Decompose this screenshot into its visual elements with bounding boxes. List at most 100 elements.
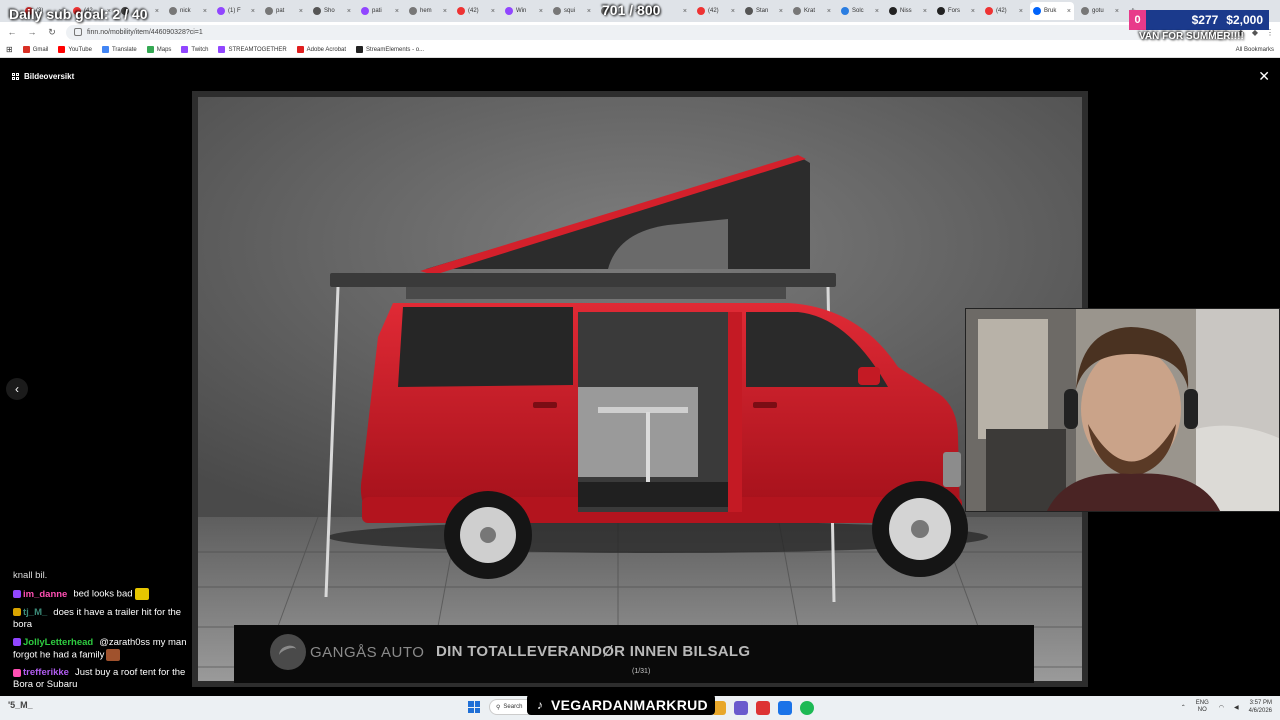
- tab-close-icon[interactable]: ×: [251, 8, 255, 15]
- bookmark-item[interactable]: StreamElements - o...: [356, 46, 424, 53]
- language-top: ENG: [1195, 700, 1209, 706]
- tab-favicon-icon: [937, 7, 945, 15]
- browser-tab[interactable]: (42) ×: [454, 2, 498, 20]
- tab-label: (42): [468, 8, 479, 14]
- tab-close-icon[interactable]: ×: [827, 8, 831, 15]
- previous-image-button[interactable]: ‹: [6, 378, 28, 400]
- grid-icon: [12, 73, 19, 80]
- clock[interactable]: 3:57 PM 4/6/2026: [1249, 699, 1272, 715]
- tab-close-icon[interactable]: ×: [779, 8, 783, 15]
- tab-close-icon[interactable]: ×: [1019, 8, 1023, 15]
- tab-close-icon[interactable]: ×: [683, 8, 687, 15]
- browser-tab[interactable]: gotu ×: [1078, 2, 1122, 20]
- bookmark-item[interactable]: STREAMTOGETHER: [218, 46, 287, 53]
- browser-tab[interactable]: Fors ×: [934, 2, 978, 20]
- gallery-overview-link[interactable]: Bildeoversikt: [12, 72, 74, 81]
- browser-tab[interactable]: Niss ×: [886, 2, 930, 20]
- dealer-logo-icon: [270, 634, 306, 670]
- tab-favicon-icon: [265, 7, 273, 15]
- bookmark-label: Translate: [111, 46, 137, 53]
- reload-icon[interactable]: ↻: [46, 27, 58, 38]
- chat-username[interactable]: JollyLetterhead: [23, 637, 93, 648]
- tab-favicon-icon: [889, 7, 897, 15]
- all-bookmarks-button[interactable]: All Bookmarks: [1236, 47, 1274, 53]
- app-icon[interactable]: [778, 701, 792, 715]
- wifi-icon[interactable]: ◠: [1219, 704, 1224, 711]
- browser-tab[interactable]: (42) ×: [982, 2, 1026, 20]
- chat-message: JollyLetterhead @zarath0ss my man forgot …: [13, 637, 193, 662]
- browser-tab[interactable]: (42) ×: [694, 2, 738, 20]
- back-icon[interactable]: ←: [6, 27, 18, 37]
- tab-close-icon[interactable]: ×: [299, 8, 303, 15]
- tab-close-icon[interactable]: ×: [155, 8, 159, 15]
- stream-chat: knall bil. im_danne bed looks bad tj_M_ doe…: [13, 570, 193, 697]
- tab-favicon-icon: [553, 7, 561, 15]
- browser-tab[interactable]: squi ×: [550, 2, 594, 20]
- tab-close-icon[interactable]: ×: [539, 8, 543, 15]
- browser-tab[interactable]: Bruk ×: [1030, 2, 1074, 20]
- system-tray: ⌃ ENG NO ◠ ◀ 3:57 PM 4/6/2026: [1181, 699, 1272, 715]
- tab-close-icon[interactable]: ×: [203, 8, 207, 15]
- tab-close-icon[interactable]: ×: [875, 8, 879, 15]
- tab-close-icon[interactable]: ×: [731, 8, 735, 15]
- browser-tab[interactable]: Solc ×: [838, 2, 882, 20]
- bookmark-favicon-icon: [356, 46, 364, 53]
- taskbar-left-text: '5_M_: [8, 700, 33, 710]
- chevron-up-icon[interactable]: ⌃: [1181, 704, 1186, 711]
- tab-close-icon[interactable]: ×: [587, 8, 591, 15]
- tab-close-icon[interactable]: ×: [1115, 8, 1119, 15]
- bookmark-item[interactable]: Twitch: [181, 46, 208, 53]
- tab-favicon-icon: [361, 7, 369, 15]
- tab-close-icon[interactable]: ×: [395, 8, 399, 15]
- webcam-feed: [965, 308, 1280, 512]
- chat-username[interactable]: tj_M_: [23, 607, 47, 618]
- bookmark-item[interactable]: Maps: [146, 46, 171, 53]
- browser-tab[interactable]: Sho ×: [310, 2, 354, 20]
- browser-tab[interactable]: (1) F ×: [214, 2, 258, 20]
- browser-tab[interactable]: pati ×: [358, 2, 402, 20]
- follower-counter-overlay: 701 / 800: [602, 2, 661, 18]
- chat-username[interactable]: trefferikke: [23, 667, 69, 678]
- tab-label: hem: [420, 8, 432, 14]
- url-input[interactable]: finn.no/mobility/item/446090328?ci=1: [66, 24, 1201, 40]
- tab-favicon-icon: [793, 7, 801, 15]
- close-icon[interactable]: ✕: [1258, 68, 1270, 85]
- language-indicator[interactable]: ENG NO: [1196, 700, 1209, 714]
- start-icon[interactable]: [468, 701, 480, 713]
- bookmark-item[interactable]: Gmail: [22, 46, 48, 53]
- browser-tab[interactable]: nick ×: [166, 2, 210, 20]
- search-label: Search: [503, 704, 523, 710]
- tiktok-icon: ♪: [536, 697, 544, 712]
- chat-username[interactable]: im_danne: [23, 589, 67, 600]
- forward-icon[interactable]: →: [26, 27, 38, 37]
- volume-icon[interactable]: ◀: [1234, 704, 1239, 711]
- browser-tab[interactable]: Stan ×: [742, 2, 786, 20]
- tab-label: pat: [276, 8, 285, 14]
- bookmark-item[interactable]: Adobe Acrobat: [296, 46, 346, 53]
- site-info-icon[interactable]: [74, 28, 82, 36]
- browser-tab[interactable]: hem ×: [406, 2, 450, 20]
- browser-tab[interactable]: Krat ×: [790, 2, 834, 20]
- tab-label: pati: [372, 8, 382, 14]
- browser-tab[interactable]: pat ×: [262, 2, 306, 20]
- bookmark-item[interactable]: YouTube: [58, 46, 92, 53]
- tab-close-icon[interactable]: ×: [443, 8, 447, 15]
- tiktok-handle: VEGARDANMARKRUD: [551, 696, 708, 713]
- apps-icon[interactable]: ⊞: [6, 45, 13, 54]
- app-icon[interactable]: [734, 701, 748, 715]
- tab-close-icon[interactable]: ×: [1067, 8, 1071, 15]
- tab-label: Bruk: [1044, 8, 1057, 14]
- tab-label: (42): [708, 8, 719, 14]
- bookmark-label: StreamElements - o...: [366, 46, 425, 53]
- van-photo: [198, 97, 1082, 681]
- url-text: finn.no/mobility/item/446090328?ci=1: [87, 28, 203, 36]
- tab-close-icon[interactable]: ×: [971, 8, 975, 15]
- tab-close-icon[interactable]: ×: [347, 8, 351, 15]
- tab-close-icon[interactable]: ×: [491, 8, 495, 15]
- chat-message: tj_M_ does it have a trailer hit for the …: [13, 607, 193, 631]
- tab-close-icon[interactable]: ×: [923, 8, 927, 15]
- spotify-icon[interactable]: [800, 701, 814, 715]
- browser-tab[interactable]: Win ×: [502, 2, 546, 20]
- app-icon[interactable]: [756, 701, 770, 715]
- bookmark-item[interactable]: Translate: [101, 46, 137, 53]
